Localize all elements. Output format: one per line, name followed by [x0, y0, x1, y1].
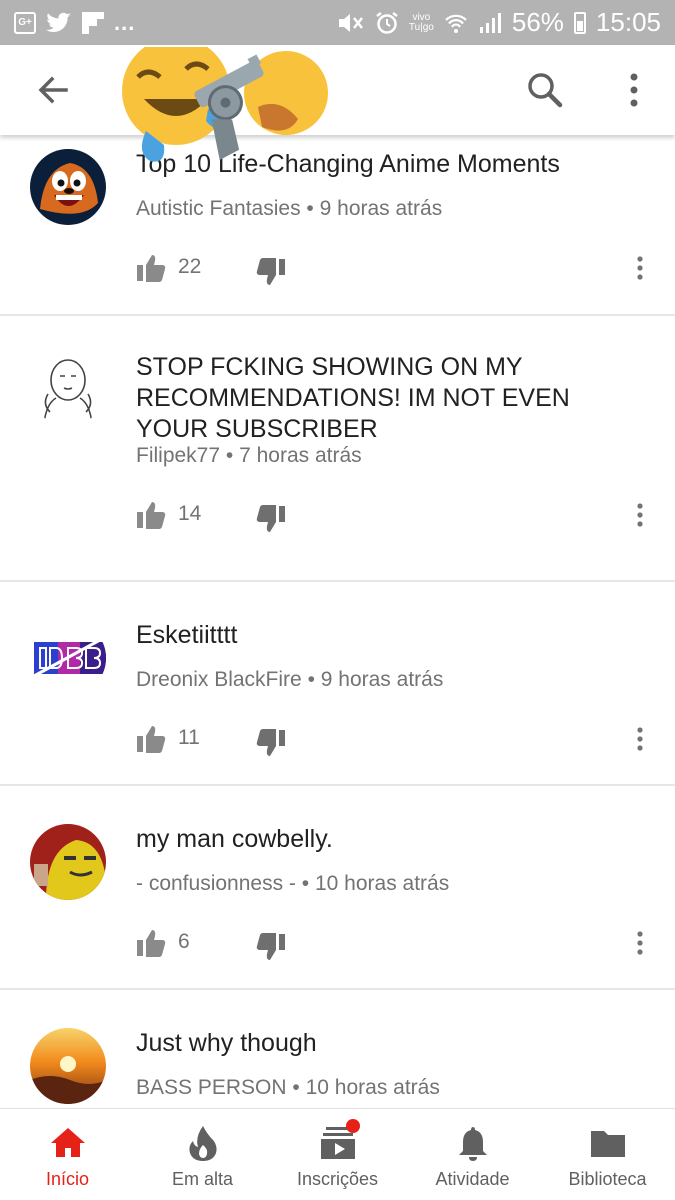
cartoon-avatar[interactable] [30, 824, 106, 900]
comment-more-icon[interactable] [630, 253, 650, 283]
nav-activity[interactable]: Atividade [405, 1109, 540, 1200]
comment-author[interactable]: - confusionness - [136, 872, 296, 895]
thumbs-down-icon[interactable] [256, 257, 286, 287]
google-plus-icon: G+ [14, 11, 36, 34]
comment-author[interactable]: Dreonix BlackFire [136, 668, 302, 691]
db-logo-avatar[interactable] [30, 620, 106, 696]
home-icon [50, 1128, 85, 1157]
nav-label: Biblioteca [568, 1169, 647, 1189]
twitter-icon [46, 12, 71, 32]
nav-trending[interactable]: Em alta [135, 1109, 270, 1200]
comment-item: Esketiitttt Dreonix BlackFire • 9 horas … [0, 582, 675, 786]
comment-actions: 22 [136, 253, 656, 287]
comment-more-icon[interactable] [630, 724, 650, 754]
comment-list: Top 10 Life-Changing Anime Moments Autis… [0, 135, 675, 1108]
comment-more-icon[interactable] [630, 500, 650, 530]
meme-face-avatar[interactable] [30, 350, 106, 426]
mute-icon [338, 13, 363, 32]
comment-author[interactable]: Autistic Fantasies [136, 197, 301, 220]
flame-icon [188, 1126, 217, 1161]
bandicoot-avatar[interactable] [30, 149, 106, 225]
comment-item: Just why though BASS PERSON • 10 horas a… [0, 990, 675, 1108]
comment-time: 9 horas atrás [319, 197, 443, 220]
nav-library[interactable]: Biblioteca [540, 1109, 675, 1200]
wifi-icon [445, 14, 467, 33]
flipboard-icon [82, 11, 104, 34]
nav-label: Início [45, 1169, 90, 1189]
nav-subscriptions[interactable]: Inscrições [270, 1109, 405, 1200]
app-bar [0, 45, 675, 162]
thumbs-up-icon[interactable] [136, 724, 166, 754]
notification-overflow: ... [114, 9, 136, 35]
clock: 15:05 [595, 7, 661, 37]
signal-icon [479, 12, 501, 33]
comment-text: my man cowbelly. [136, 825, 333, 853]
comment-text: STOP FCKING SHOWING ON MY RECOMMENDATION… [136, 353, 570, 443]
nav-label: Em alta [171, 1169, 234, 1189]
bottom-navigation: Início Em alta Inscrições Atividade Bibl… [0, 1108, 675, 1200]
comment-item: my man cowbelly. - confusionness - • 10 … [0, 786, 675, 990]
comment-actions: 14 [136, 500, 656, 534]
like-count: 11 [178, 726, 200, 749]
comment-item: Top 10 Life-Changing Anime Moments Autis… [0, 135, 675, 316]
comment-meta: - confusionness - • 10 horas atrás [136, 872, 449, 896]
battery-percent: 56% [511, 7, 564, 37]
meta-separator: • [225, 444, 234, 467]
like-count: 14 [178, 502, 202, 525]
comment-meta: Filipek77 • 7 horas atrás [136, 444, 362, 468]
sunset-avatar[interactable] [30, 1028, 106, 1104]
meta-separator: • [306, 197, 314, 220]
like-count: 22 [178, 255, 202, 278]
comment-actions: 11 [136, 724, 656, 758]
thumbs-up-icon[interactable] [136, 253, 166, 283]
bell-icon [458, 1127, 487, 1161]
thumbs-up-icon[interactable] [136, 928, 166, 958]
carrier-label: vivo Tu|go [408, 11, 434, 33]
thumbs-down-icon[interactable] [256, 932, 286, 962]
nav-label: Inscrições [296, 1169, 379, 1189]
comment-text: Esketiitttt [136, 621, 238, 649]
thumbs-down-icon[interactable] [256, 728, 286, 758]
comment-text: Just why though [136, 1029, 317, 1057]
comment-time: 7 horas atrás [239, 444, 362, 467]
comment-time: 10 horas atrás [305, 1076, 440, 1099]
comment-author[interactable]: Filipek77 [136, 444, 220, 467]
back-arrow-icon[interactable] [30, 67, 76, 113]
meta-separator: • [292, 1076, 300, 1099]
thumbs-down-icon[interactable] [256, 504, 286, 534]
comment-actions: 6 [136, 928, 656, 962]
comment-more-icon[interactable] [630, 928, 650, 958]
status-bar: G+ ... vivo Tu|go 56% 15:05 [0, 0, 675, 45]
battery-icon [573, 11, 586, 34]
more-vert-icon[interactable] [612, 67, 656, 113]
meta-separator: • [307, 668, 315, 691]
comment-meta: Autistic Fantasies • 9 horas atrás [136, 197, 442, 221]
emoji-sticker [122, 47, 328, 162]
comment-author[interactable]: BASS PERSON [136, 1076, 287, 1099]
alarm-icon [376, 11, 398, 34]
folder-icon [590, 1131, 625, 1157]
comment-time: 10 horas atrás [314, 872, 450, 895]
notification-dot [346, 1119, 360, 1133]
nav-home[interactable]: Início [0, 1109, 135, 1200]
comment-meta: Dreonix BlackFire • 9 horas atrás [136, 668, 443, 692]
thumbs-up-icon[interactable] [136, 500, 166, 530]
search-icon[interactable] [522, 67, 568, 113]
nav-label: Atividade [435, 1169, 510, 1189]
comment-time: 9 horas atrás [320, 668, 444, 691]
meta-separator: • [301, 872, 310, 895]
like-count: 6 [178, 930, 190, 953]
comment-item: STOP FCKING SHOWING ON MY RECOMMENDATION… [0, 316, 675, 582]
comment-meta: BASS PERSON • 10 horas atrás [136, 1076, 440, 1100]
